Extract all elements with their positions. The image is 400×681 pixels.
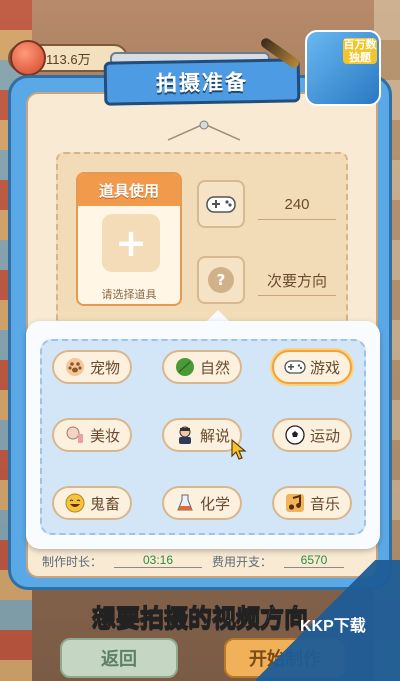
genre-label: 解说 xyxy=(199,427,230,445)
back-button[interactable]: 返回 xyxy=(60,638,178,678)
item-use-card[interactable]: 道具使用 + 请选择道具 xyxy=(76,172,182,306)
watermark-text: KKP下载 xyxy=(300,618,366,635)
genre-label: 游戏 xyxy=(309,359,340,377)
genre-label: 宠物 xyxy=(89,359,120,377)
stat-secondary-value: 次要方向 xyxy=(258,266,336,296)
music-note-icon xyxy=(284,492,306,514)
genre-label: 音乐 xyxy=(309,495,340,513)
genre-makeup-button[interactable]: 美妆 xyxy=(52,418,132,452)
leaf-icon xyxy=(174,356,196,378)
question-icon: ? xyxy=(197,256,245,304)
plus-icon: + xyxy=(115,221,147,265)
app-badge-logo: 百万数独题 xyxy=(305,30,381,106)
genre-label: 自然 xyxy=(199,359,230,377)
hanger-string xyxy=(166,120,242,142)
genre-music-button[interactable]: 音乐 xyxy=(272,486,352,520)
badge-text: 百万数独题 xyxy=(343,38,377,64)
item-card-header: 道具使用 xyxy=(78,174,180,206)
commentator-icon xyxy=(174,424,196,446)
genre-label: 化学 xyxy=(199,495,230,513)
coin-icon xyxy=(10,40,46,76)
genre-game-button[interactable]: 游戏 xyxy=(272,350,352,384)
flask-icon xyxy=(174,492,196,514)
genre-nature-button[interactable]: 自然 xyxy=(162,350,242,384)
paw-icon xyxy=(64,356,86,378)
gamepad-icon xyxy=(197,180,245,228)
duration-value: 03:16 xyxy=(114,553,202,568)
genre-label: 美妆 xyxy=(89,427,120,445)
genre-label: 鬼畜 xyxy=(89,495,120,513)
gamepad-icon xyxy=(284,356,306,378)
stat-primary-value: 240 xyxy=(258,190,336,220)
genre-chemistry-button[interactable]: 化学 xyxy=(162,486,242,520)
dialog-title: 拍摄准备 xyxy=(103,58,301,106)
makeup-icon xyxy=(64,424,86,446)
soccer-ball-icon xyxy=(284,424,306,446)
laughing-face-icon xyxy=(64,492,86,514)
pointer-cursor-icon xyxy=(230,438,248,464)
add-item-button[interactable]: + xyxy=(102,214,160,272)
genre-pet-button[interactable]: 宠物 xyxy=(52,350,132,384)
item-hint: 请选择道具 xyxy=(101,289,157,301)
coin-value: 113.6万 xyxy=(46,51,91,67)
genre-meme-button[interactable]: 鬼畜 xyxy=(52,486,132,520)
genre-sports-button[interactable]: 运动 xyxy=(272,418,352,452)
genre-label: 运动 xyxy=(309,427,340,445)
duration-label: 制作时长： xyxy=(42,555,103,569)
